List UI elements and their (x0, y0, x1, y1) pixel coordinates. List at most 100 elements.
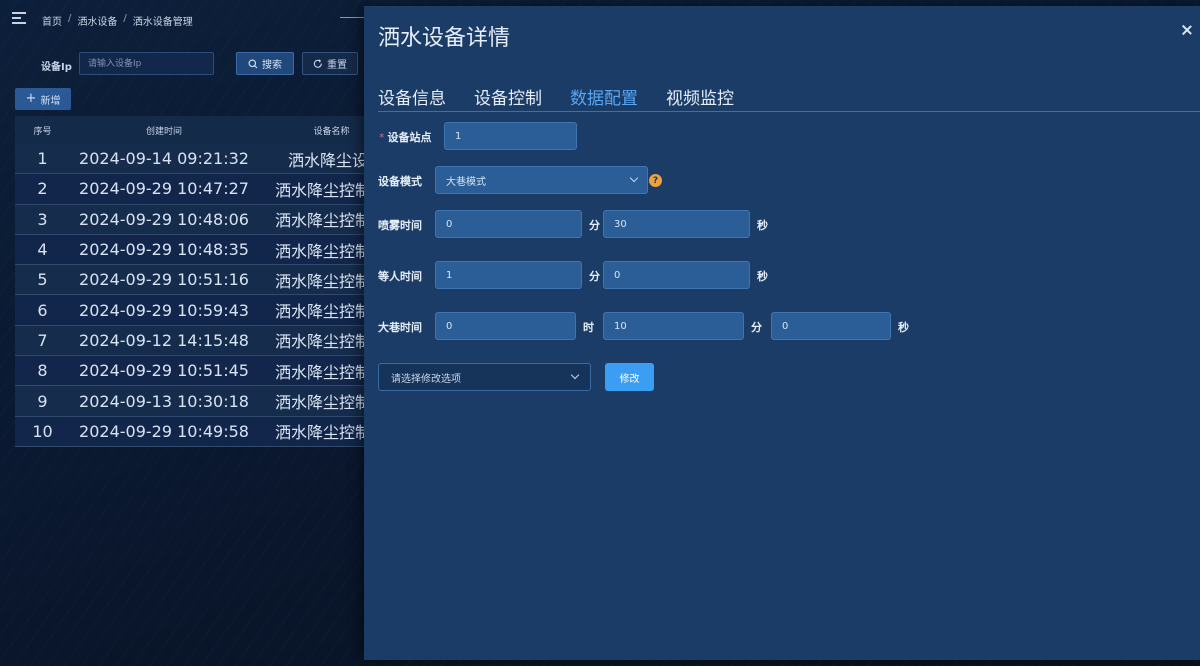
cell-created: 2024-09-13 10:30:18 (79, 391, 249, 411)
cell-index: 6 (37, 300, 48, 320)
modify-button[interactable]: 修改 (605, 363, 654, 391)
cell-name: 洒水降尘控制 (275, 393, 372, 413)
tab-data-config[interactable]: 数据配置 (570, 88, 638, 112)
reset-button-label: 重置 (327, 60, 347, 71)
alley-hours-input[interactable]: 0 (435, 312, 576, 340)
cell-index: 7 (37, 330, 48, 350)
top-divider (340, 17, 364, 18)
mode-label: 设备模式 (378, 175, 422, 188)
station-label-text: 设备站点 (387, 131, 432, 144)
minute-unit: 分 (589, 219, 600, 232)
cell-created: 2024-09-29 10:49:58 (79, 421, 249, 441)
table-row[interactable]: 8 2024-09-29 10:51:45 洒水降尘控制 (15, 356, 375, 387)
minute-unit: 分 (589, 270, 600, 283)
second-unit: 秒 (757, 219, 768, 232)
mode-select-value: 大巷模式 (446, 176, 486, 188)
cell-index: 1 (37, 149, 48, 169)
alley-seconds-input[interactable]: 0 (771, 312, 891, 340)
cell-created: 2024-09-29 10:48:06 (79, 209, 249, 229)
minute-unit: 分 (751, 321, 762, 334)
spray-seconds-input[interactable]: 30 (603, 210, 750, 238)
device-detail-drawer: 洒水设备详情 设备信息 设备控制 数据配置 视频监控 * 设备站点 1 设备模式 … (364, 6, 1200, 660)
cell-index: 4 (37, 240, 48, 260)
device-ip-label: 设备Ip (41, 62, 72, 73)
cell-name: 洒水降尘控制 (275, 241, 372, 261)
alley-minutes-input[interactable]: 10 (603, 312, 744, 340)
cell-index: 3 (37, 209, 48, 229)
device-ip-input[interactable] (79, 52, 214, 75)
cell-index: 10 (32, 421, 53, 441)
second-unit: 秒 (757, 270, 768, 283)
breadcrumb-sprinkler[interactable]: 洒水设备 (77, 13, 117, 28)
second-unit: 秒 (898, 321, 909, 334)
table-row[interactable]: 5 2024-09-29 10:51:16 洒水降尘控制 (15, 265, 375, 296)
alley-label: 大巷时间 (378, 321, 422, 334)
chevron-down-icon (570, 370, 580, 380)
cell-created: 2024-09-29 10:51:45 (79, 361, 249, 381)
cell-index: 8 (37, 361, 48, 381)
cell-index: 9 (37, 391, 48, 411)
mode-select[interactable]: 大巷模式 (435, 166, 648, 194)
station-input[interactable]: 1 (444, 122, 577, 150)
tab-video-monitor[interactable]: 视频监控 (666, 88, 734, 112)
tab-device-control[interactable]: 设备控制 (474, 88, 542, 112)
cell-created: 2024-09-29 10:48:35 (79, 240, 249, 260)
cell-name: 洒水降尘控制 (275, 271, 372, 291)
close-icon[interactable] (1180, 24, 1194, 38)
menu-toggle-icon[interactable] (12, 12, 26, 26)
cell-created: 2024-09-29 10:47:27 (79, 179, 249, 199)
cell-name: 洒水降尘控制 (275, 332, 372, 352)
add-button-label: 新增 (40, 95, 61, 107)
wait-minutes-input[interactable]: 1 (435, 261, 582, 289)
cell-created: 2024-09-14 09:21:32 (79, 149, 249, 169)
cell-name: 洒水降尘控制 (275, 362, 372, 382)
breadcrumb-separator: / (123, 13, 127, 24)
modify-option-select[interactable]: 请选择修改选项 (378, 363, 591, 391)
breadcrumb-home[interactable]: 首页 (42, 13, 62, 28)
breadcrumb-separator: / (68, 13, 72, 24)
search-button-label: 搜索 (262, 60, 282, 71)
search-button[interactable]: 搜索 (236, 52, 294, 75)
add-button[interactable]: + 新增 (15, 88, 71, 110)
wait-label: 等人时间 (378, 270, 422, 283)
cell-name: 洒水降尘控制 (275, 180, 372, 200)
chevron-down-icon (629, 173, 639, 183)
cell-index: 5 (37, 270, 48, 290)
device-table: 序号 创建时间 设备名称 1 2024-09-14 09:21:32 洒水降尘设 2… (15, 116, 375, 447)
help-icon[interactable]: ? (649, 174, 662, 187)
breadcrumb-management: 洒水设备管理 (132, 17, 193, 28)
plus-icon: + (25, 91, 37, 106)
cell-index: 2 (37, 179, 48, 199)
hour-unit: 时 (583, 321, 594, 334)
drawer-title: 洒水设备详情 (378, 26, 511, 51)
table-row[interactable]: 1 2024-09-14 09:21:32 洒水降尘设 (15, 144, 375, 175)
table-row[interactable]: 3 2024-09-29 10:48:06 洒水降尘控制 (15, 204, 375, 235)
table-row[interactable]: 4 2024-09-29 10:48:35 洒水降尘控制 (15, 234, 375, 266)
cell-created: 2024-09-29 10:59:43 (79, 300, 249, 320)
spray-label: 喷雾时间 (378, 219, 422, 232)
table-row[interactable]: 6 2024-09-29 10:59:43 洒水降尘控制 (15, 295, 375, 326)
station-label: * 设备站点 (379, 129, 432, 145)
header-name: 设备名称 (313, 126, 350, 137)
wait-seconds-input[interactable]: 0 (603, 261, 750, 289)
modify-option-placeholder: 请选择修改选项 (391, 373, 461, 385)
cell-created: 2024-09-29 10:51:16 (79, 270, 249, 290)
table-row[interactable]: 10 2024-09-29 10:49:58 洒水降尘控制 (15, 416, 375, 447)
search-icon (248, 59, 258, 68)
table-row[interactable]: 9 2024-09-13 10:30:18 洒水降尘控制 (15, 386, 375, 417)
detail-tabs: 设备信息 设备控制 数据配置 视频监控 (378, 88, 1200, 112)
reset-button[interactable]: 重置 (302, 52, 358, 75)
cell-name: 洒水降尘控制 (275, 211, 372, 231)
table-row[interactable]: 2 2024-09-29 10:47:27 洒水降尘控制 (15, 174, 375, 205)
cell-name: 洒水降尘控制 (275, 423, 372, 443)
cell-created: 2024-09-12 14:15:48 (79, 330, 249, 350)
header-index: 序号 (33, 126, 52, 137)
tab-device-info[interactable]: 设备信息 (378, 88, 446, 112)
refresh-icon (313, 58, 322, 68)
spray-minutes-input[interactable]: 0 (435, 210, 582, 238)
header-created: 创建时间 (145, 126, 182, 137)
cell-name: 洒水降尘控制 (275, 302, 372, 322)
table-body: 1 2024-09-14 09:21:32 洒水降尘设 2 2024-09-29 10… (15, 144, 375, 447)
table-row[interactable]: 7 2024-09-12 14:15:48 洒水降尘控制 (15, 325, 375, 357)
breadcrumb: 首页 / 洒水设备 / 洒水设备管理 (42, 13, 193, 28)
